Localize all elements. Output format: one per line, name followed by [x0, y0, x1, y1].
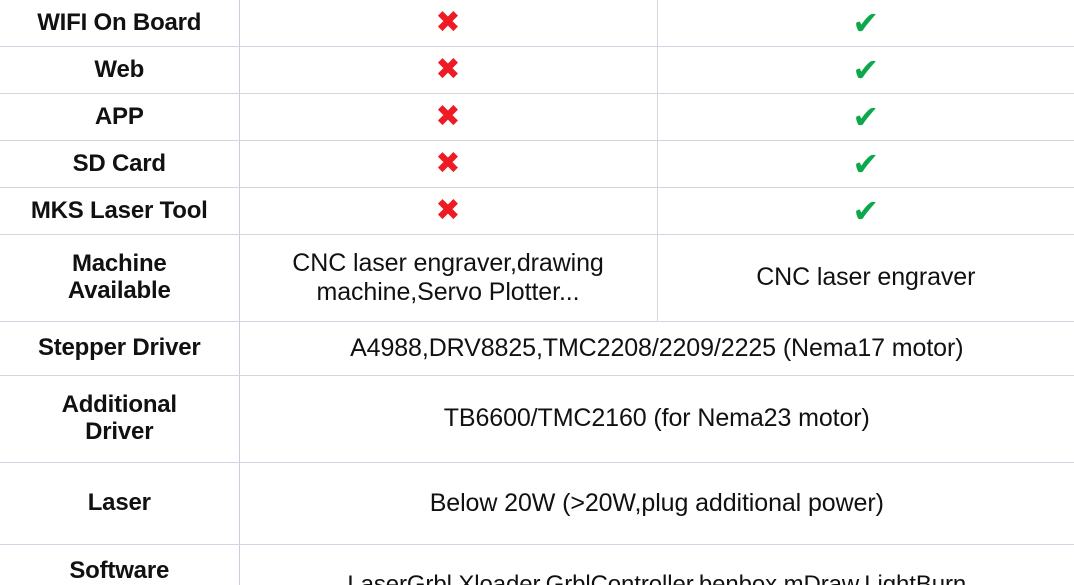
table-row: MKS Laser Tool ✖ ✔ [0, 187, 1074, 235]
table-row: Stepper Driver A4988,DRV8825,TMC2208/220… [0, 321, 1074, 376]
table-row: SD Card ✖ ✔ [0, 140, 1074, 188]
cell-machine-available-col-b: CNC laser engraver [657, 234, 1074, 322]
cross-mark-icon: ✖ [435, 146, 461, 181]
row-label-line-2: Available [67, 277, 171, 304]
check-mark-icon: ✔ [852, 145, 880, 183]
row-label-mks-laser-tool: MKS Laser Tool [0, 187, 240, 235]
row-label-line-1: Machine [71, 250, 167, 278]
feature-comparison-table: WIFI On Board ✖ ✔ Web ✖ ✔ APP ✖ ✔ SD Car… [0, 0, 1074, 585]
cell-additional-driver-value: TB6600/TMC2160 (for Nema23 motor) [239, 375, 1074, 463]
check-mark-icon: ✔ [852, 4, 880, 42]
cross-mark-icon: ✖ [435, 193, 461, 228]
row-label-machine-available: Machine Available [0, 234, 240, 322]
row-label-line-1: Additional [61, 391, 178, 419]
table-row: WIFI On Board ✖ ✔ [0, 0, 1074, 47]
cross-mark-icon: ✖ [435, 99, 461, 134]
row-label-web: Web [0, 46, 240, 94]
cell-stepper-driver-value: A4988,DRV8825,TMC2208/2209/2225 (Nema17 … [239, 321, 1074, 376]
check-mark-icon: ✔ [852, 192, 880, 230]
row-label-line-2: Driver [85, 418, 154, 445]
cell-wifi-col-a: ✖ [239, 0, 658, 47]
check-mark-icon: ✔ [852, 51, 880, 89]
cell-web-col-b: ✔ [657, 46, 1074, 94]
cell-sd-card-col-a: ✖ [239, 140, 658, 188]
cell-software-compatible-value: LaserGrbl,Xloader,GrblController,benbox,… [239, 544, 1074, 585]
table-row: Laser Below 20W (>20W,plug additional po… [0, 462, 1074, 545]
row-label-sd-card: SD Card [0, 140, 240, 188]
cell-machine-available-col-a: CNC laser engraver,drawing machine,Servo… [239, 234, 658, 322]
table-row: Web ✖ ✔ [0, 46, 1074, 94]
cell-mks-laser-tool-col-a: ✖ [239, 187, 658, 235]
cell-laser-value: Below 20W (>20W,plug additional power) [239, 462, 1074, 545]
table-row: Machine Available CNC laser engraver,dra… [0, 234, 1074, 322]
row-label-software-compatible: Software Compatible [0, 544, 240, 585]
cell-mks-laser-tool-col-b: ✔ [657, 187, 1074, 235]
row-label-stepper-driver: Stepper Driver [0, 321, 240, 376]
cell-web-col-a: ✖ [239, 46, 658, 94]
cell-app-col-a: ✖ [239, 93, 658, 141]
row-label-app: APP [0, 93, 240, 141]
cell-app-col-b: ✔ [657, 93, 1074, 141]
cell-wifi-col-b: ✔ [657, 0, 1074, 47]
cell-sd-card-col-b: ✔ [657, 140, 1074, 188]
row-label-additional-driver: Additional Driver [0, 375, 240, 463]
table-row: Additional Driver TB6600/TMC2160 (for Ne… [0, 375, 1074, 463]
table-row: APP ✖ ✔ [0, 93, 1074, 141]
row-label-line-1: Software [69, 557, 170, 585]
cross-mark-icon: ✖ [435, 52, 461, 87]
cell-text-line-1: CNC laser engraver,drawing [292, 248, 604, 277]
comparison-table-sheet: WIFI On Board ✖ ✔ Web ✖ ✔ APP ✖ ✔ SD Car… [0, 0, 1074, 585]
row-label-laser: Laser [0, 462, 240, 545]
cross-mark-icon: ✖ [435, 5, 461, 40]
cell-text-line-2: machine,Servo Plotter... [316, 278, 580, 306]
table-row: Software Compatible LaserGrbl,Xloader,Gr… [0, 544, 1074, 585]
check-mark-icon: ✔ [852, 98, 880, 136]
row-label-wifi-on-board: WIFI On Board [0, 0, 240, 47]
